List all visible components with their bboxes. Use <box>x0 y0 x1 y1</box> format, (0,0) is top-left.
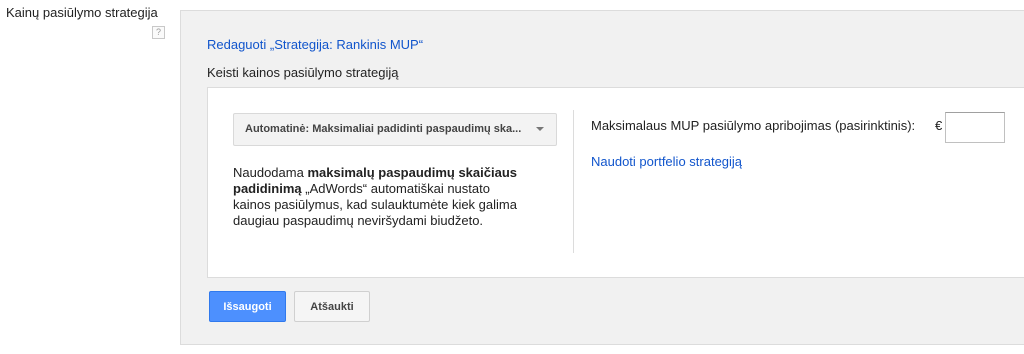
description-prefix: Naudodama <box>233 165 308 180</box>
cancel-button[interactable]: Atšaukti <box>294 291 370 322</box>
vertical-divider <box>573 110 574 253</box>
change-strategy-label: Keisti kainos pasiūlymo strategiją <box>207 65 399 80</box>
currency-symbol: € <box>935 118 943 133</box>
save-button[interactable]: Išsaugoti <box>209 291 286 322</box>
max-cpc-input[interactable] <box>945 112 1005 143</box>
edit-strategy-link[interactable]: Redaguoti „Strategija: Rankinis MUP“ <box>207 37 423 52</box>
chevron-down-icon <box>536 127 544 131</box>
max-cpc-label: Maksimalaus MUP pasiūlymo apribojimas (p… <box>591 118 916 133</box>
help-icon[interactable]: ? <box>152 26 165 39</box>
bid-strategy-editor-panel: Redaguoti „Strategija: Rankinis MUP“ Kei… <box>180 10 1024 345</box>
use-portfolio-strategy-link[interactable]: Naudoti portfelio strategiją <box>591 154 742 169</box>
strategy-description: Naudodama maksimalų paspaudimų skaičiaus… <box>233 165 523 229</box>
strategy-settings-box: Automatinė: Maksimaliai padidinti paspau… <box>207 87 1024 278</box>
field-label: Kainų pasiūlymo strategija <box>6 5 158 20</box>
strategy-dropdown[interactable]: Automatinė: Maksimaliai padidinti paspau… <box>233 113 557 146</box>
strategy-dropdown-value: Automatinė: Maksimaliai padidinti paspau… <box>245 123 522 135</box>
